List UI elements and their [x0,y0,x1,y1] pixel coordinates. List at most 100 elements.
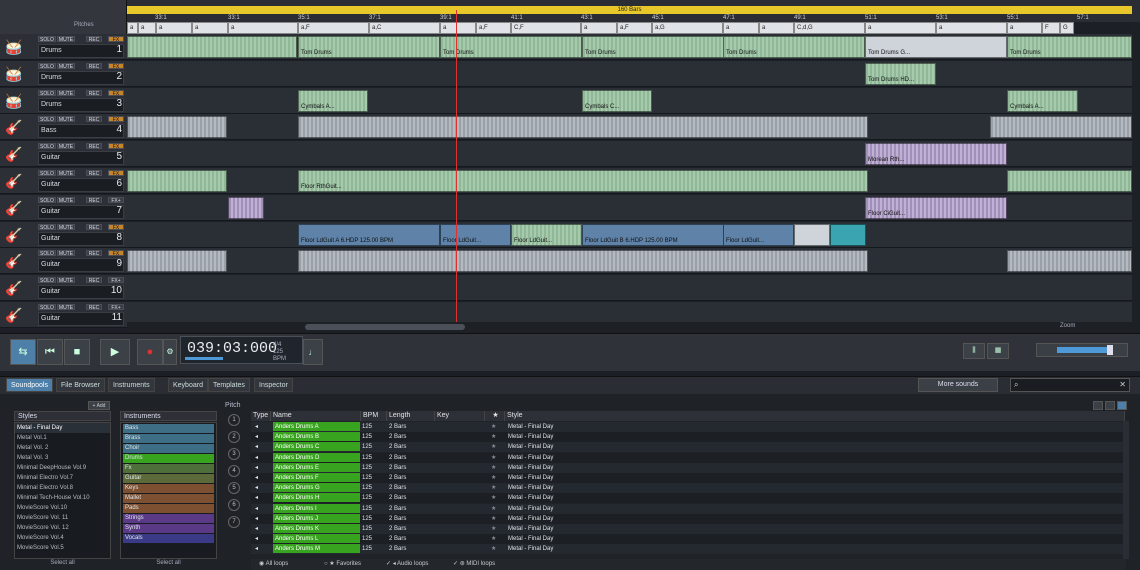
audio-clip[interactable]: Morean Rth... [865,143,1007,166]
audio-clip[interactable] [1007,250,1132,273]
close-icon[interactable]: ✕ [1119,380,1126,389]
table-row[interactable]: ◂ Anders Drums B 125 2 Bars ★ Metal - Final D… [251,432,1123,443]
rewind-button[interactable]: ⏮ [37,339,63,365]
instrument-item[interactable]: Keys [123,484,214,493]
pitch-segment[interactable]: a [138,22,156,34]
instrument-item[interactable]: Fx [123,464,214,473]
track-rec-button[interactable]: REC [86,277,102,284]
style-item[interactable]: MovieScore Vol.10 [15,503,110,513]
pitch-segment[interactable]: a [127,22,138,34]
style-item[interactable]: Metal Vol. 2 [15,443,110,453]
audio-clip[interactable]: Tom Drums [582,36,724,58]
track-mute-button[interactable]: MUTE [57,250,75,257]
pitch-segment[interactable]: C,F [511,22,581,34]
col-key[interactable]: Key [435,411,485,421]
audio-clip[interactable] [830,223,866,246]
track-lane[interactable]: Floor LdGuit A 6.HDP 125.00 BPM Floor LdG… [127,221,1132,248]
metronome-button[interactable]: ♩ [303,339,323,365]
favorite-star-icon[interactable]: ★ [491,473,496,483]
track-lane[interactable] [127,275,1132,302]
track-mute-button[interactable]: MUTE [57,62,75,70]
vertical-scrollbar[interactable] [1132,22,1140,332]
track-header[interactable]: 🎸 SOLO MUTE REC FX Guitar 9 [0,248,127,275]
instrument-item[interactable]: Synth [123,524,214,533]
table-row[interactable]: ◂ Anders Drums K 125 2 Bars ★ Metal - Final D… [251,524,1123,534]
audio-clip[interactable]: Cymbals A... [1007,89,1078,112]
pitch-segment[interactable]: a,F [298,22,369,34]
pitch-button[interactable]: 1 [228,414,240,426]
audio-clip[interactable]: Floor LdGuit A 6.HDP 125.00 BPM [298,223,440,246]
pitch-segment[interactable]: G [1060,22,1074,34]
table-row[interactable]: ◂ Anders Drums I 125 2 Bars ★ Metal - Final D… [251,503,1123,514]
track-fx-button[interactable]: FX [108,170,124,177]
track-lane[interactable]: Morean Rth... [127,141,1132,168]
track-rec-button[interactable]: REC [86,62,102,70]
track-rec-button[interactable]: REC [86,223,102,231]
style-item[interactable]: Minimal Electro Vol.8 [15,483,110,493]
track-header[interactable]: 🥁 SOLO MUTE REC FX Drums 3 [0,87,127,114]
styles-select-all[interactable]: Select all [14,560,111,566]
track-header[interactable]: 🥁 SOLO MUTE REC FX Drums 2 [0,60,127,87]
favorite-star-icon[interactable]: ★ [491,544,496,554]
audio-clip[interactable] [298,116,868,139]
track-rec-button[interactable]: REC [86,89,102,97]
table-row[interactable]: ◂ Anders Drums H 125 2 Bars ★ Metal - Final D… [251,493,1123,504]
track-solo-button[interactable]: SOLO [38,36,56,43]
pitch-segment[interactable]: a,G [652,22,723,34]
pitch-segment[interactable]: a [156,22,192,34]
audio-clip[interactable]: Floor LdGuit... [723,223,794,246]
style-item[interactable]: Minimal DeepHouse Vol.9 [15,463,110,473]
favorite-star-icon[interactable]: ★ [491,442,496,452]
track-fx-button[interactable]: FX [108,116,124,123]
pitch-button[interactable]: 4 [228,465,240,477]
table-row[interactable]: ◂ Anders Drums G 125 2 Bars ★ Metal - Final D… [251,483,1123,494]
pitch-segment[interactable]: a [723,22,759,34]
track-solo-button[interactable]: SOLO [38,116,56,123]
tab-keyboard[interactable]: Keyboard [168,378,208,392]
col-bpm[interactable]: BPM [361,411,387,421]
col-type[interactable]: Type [251,411,271,421]
track-solo-button[interactable]: SOLO [38,62,56,70]
style-item[interactable]: Metal - Final Day [15,423,110,433]
track-mute-button[interactable]: MUTE [57,89,75,97]
detail-view-button[interactable] [1117,401,1127,410]
audio-clip[interactable]: Floor LdGuit B 6.HDP 125.00 BPM [582,223,724,246]
track-header[interactable]: 🎸 SOLO MUTE REC FX Bass 4 [0,114,127,141]
track-name[interactable]: Drums [38,97,124,112]
table-row[interactable]: ◂ Anders Drums D 125 2 Bars ★ Metal - Final D… [251,452,1123,463]
mixer-button[interactable]: ⫼ [963,343,985,359]
track-solo-button[interactable]: SOLO [38,277,56,284]
audio-clip[interactable] [1007,170,1132,192]
track-mute-button[interactable]: MUTE [57,277,75,284]
track-solo-button[interactable]: SOLO [38,250,56,257]
settings-button[interactable]: ⚙ [163,339,177,365]
filter-audio-loops[interactable]: ✓ ◂ Audio loops [386,559,428,570]
pitch-segment[interactable]: a [1007,22,1042,34]
track-fx-button[interactable]: FX+ [108,196,124,204]
style-item[interactable]: MovieScore Vol.5 [15,543,110,553]
instruments-list[interactable]: Bass Brass Choir Drums Fx Guitar Keys Mallet Pad… [120,422,217,559]
style-item[interactable]: Metal Vol. 3 [15,453,110,463]
table-row[interactable]: ◂ Anders Drums M 125 2 Bars ★ Metal - Final D… [251,544,1123,555]
stop-button[interactable]: ■ [64,339,90,365]
audio-clip[interactable]: Cymbals C... [582,89,652,112]
track-fx-button[interactable]: FX [108,250,124,257]
table-row[interactable]: ◂ Anders Drums A 125 2 Bars ★ Metal - Final D… [251,422,1123,432]
track-rec-button[interactable]: REC [86,196,102,204]
horizontal-scrollbar[interactable] [127,322,1132,332]
audio-clip[interactable]: Cymbals A... [298,89,368,112]
instrument-item[interactable]: Pads [123,504,214,513]
style-item[interactable]: MovieScore Vol. 12 [15,523,110,533]
track-lane[interactable]: Floor RthGuit... [127,168,1132,194]
style-item[interactable]: MovieScore Vol.4 [15,533,110,543]
audio-clip[interactable] [794,223,830,246]
track-name[interactable]: Drums [38,44,124,58]
style-item[interactable]: Minimal Tech-House Vol.10 [15,493,110,503]
track-header[interactable]: 🥁 SOLO MUTE REC FX Drums 1 [0,34,127,60]
track-rec-button[interactable]: REC [86,116,102,123]
favorite-star-icon[interactable]: ★ [491,422,496,432]
track-rec-button[interactable]: REC [86,304,102,311]
track-fx-button[interactable]: FX [108,62,124,70]
track-mute-button[interactable]: MUTE [57,170,75,177]
favorite-star-icon[interactable]: ★ [491,483,496,493]
